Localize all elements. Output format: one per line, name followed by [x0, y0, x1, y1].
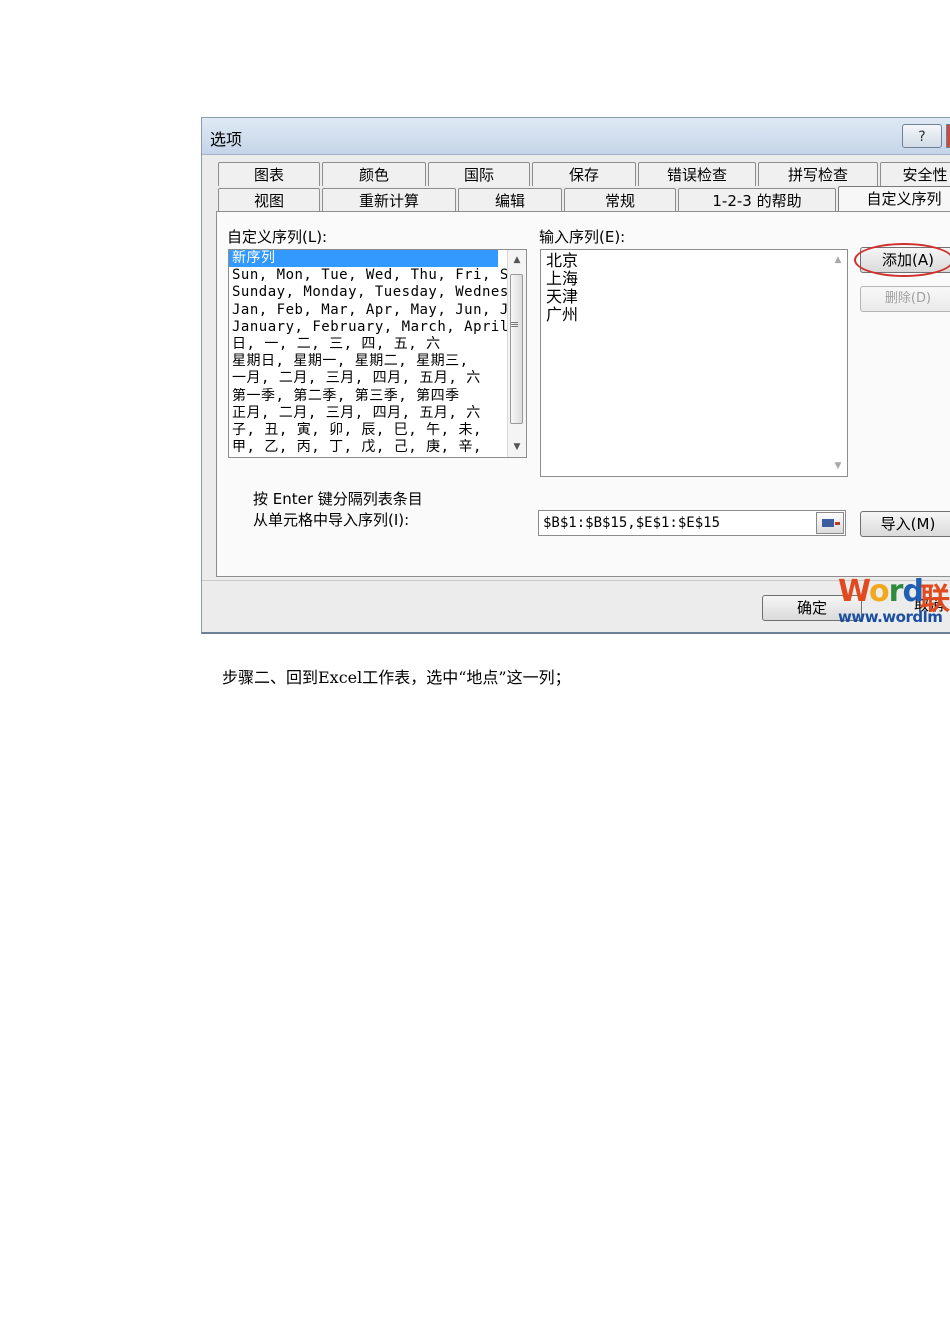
- tab-edit[interactable]: 编辑: [458, 188, 562, 212]
- wordlm-watermark-logo: Word 联 www.wordlm: [838, 574, 950, 632]
- list-entries-label: 输入序列(E):: [539, 228, 626, 246]
- list-item[interactable]: 正月, 二月, 三月, 四月, 五月, 六: [229, 405, 526, 422]
- dialog-title: 选项: [210, 130, 243, 149]
- scroll-thumb[interactable]: [510, 274, 523, 424]
- list-item[interactable]: 第一季, 第二季, 第三季, 第四季: [229, 388, 526, 405]
- highlight-ring: [854, 243, 950, 277]
- entries-scrollbar[interactable]: ▲ ▼: [829, 250, 847, 476]
- list-item[interactable]: January, February, March, April: [229, 319, 526, 336]
- tab-error-checking[interactable]: 错误检查: [638, 162, 756, 186]
- tab-spelling[interactable]: 拼写检查: [758, 162, 878, 186]
- list-item[interactable]: Sun, Mon, Tue, Wed, Thu, Fri, S: [229, 267, 526, 284]
- import-label: 从单元格中导入序列(I):: [253, 511, 410, 529]
- tab-lotus-help[interactable]: 1-2-3 的帮助: [678, 188, 836, 212]
- list-item[interactable]: 一月, 二月, 三月, 四月, 五月, 六: [229, 370, 526, 387]
- import-button[interactable]: 导入(M): [860, 511, 950, 537]
- collapse-dialog-icon[interactable]: [816, 512, 844, 534]
- tab-color[interactable]: 颜色: [322, 162, 426, 186]
- tab-calculation[interactable]: 重新计算: [322, 188, 456, 212]
- close-button[interactable]: [946, 124, 950, 148]
- custom-lists-scrollbar[interactable]: ▲ ≡ ▼: [507, 250, 526, 457]
- delete-button[interactable]: 删除(D): [860, 286, 950, 312]
- entry-line: 天津: [546, 287, 579, 306]
- help-button[interactable]: ?: [902, 124, 942, 148]
- tab-view[interactable]: 视图: [218, 188, 320, 212]
- tab-security[interactable]: 安全性: [880, 162, 950, 186]
- tab-general[interactable]: 常规: [564, 188, 676, 212]
- list-item[interactable]: 星期日, 星期一, 星期二, 星期三,: [229, 353, 526, 370]
- custom-lists-listbox[interactable]: 新序列 Sun, Mon, Tue, Wed, Thu, Fri, S Sund…: [228, 249, 527, 458]
- entry-line: 北京: [546, 251, 579, 270]
- list-item[interactable]: Jan, Feb, Mar, Apr, May, Jun, J: [229, 302, 526, 319]
- list-item[interactable]: 子, 丑, 寅, 卯, 辰, 巳, 午, 未,: [229, 422, 526, 439]
- custom-lists-label: 自定义序列(L):: [227, 228, 328, 246]
- title-bar: 选项 ?: [202, 118, 950, 155]
- grip-icon: ≡: [510, 318, 520, 331]
- watermark-url: www.wordlm: [838, 608, 943, 626]
- enter-hint-text: 按 Enter 键分隔列表条目: [253, 490, 423, 508]
- scroll-up-icon[interactable]: ▲: [508, 252, 526, 268]
- scroll-down-icon[interactable]: ▼: [508, 439, 526, 455]
- list-item[interactable]: 新序列: [229, 250, 498, 268]
- import-range-field[interactable]: $B$1:$B$15,$E$1:$E$15: [538, 510, 846, 536]
- list-item[interactable]: Sunday, Monday, Tuesday, Wednes: [229, 284, 526, 301]
- scroll-down-icon[interactable]: ▼: [829, 458, 847, 474]
- watermark-word: Word: [838, 574, 924, 609]
- options-dialog-screenshot: 选项 ? 图表 颜色 国际 保存 错误检查 拼写检查 安全性 视图 重新计算 编…: [201, 117, 950, 634]
- scroll-up-icon[interactable]: ▲: [829, 252, 847, 268]
- list-entries-textarea[interactable]: 北京 上海 天津 广州 ▲ ▼: [540, 249, 848, 477]
- tab-international[interactable]: 国际: [428, 162, 530, 186]
- entry-line: 上海: [546, 269, 579, 288]
- list-item[interactable]: 甲, 乙, 丙, 丁, 戊, 己, 庚, 辛,: [229, 439, 526, 456]
- import-range-value: $B$1:$B$15,$E$1:$E$15: [543, 515, 721, 531]
- step-caption: 步骤二、回到Excel工作表，选中“地点”这一列；: [222, 668, 571, 687]
- list-item[interactable]: 日, 一, 二, 三, 四, 五, 六: [229, 336, 526, 353]
- tab-save[interactable]: 保存: [532, 162, 636, 186]
- tab-custom-lists[interactable]: 自定义序列: [838, 186, 950, 214]
- tab-chart[interactable]: 图表: [218, 162, 320, 186]
- entry-line: 广州: [546, 305, 579, 324]
